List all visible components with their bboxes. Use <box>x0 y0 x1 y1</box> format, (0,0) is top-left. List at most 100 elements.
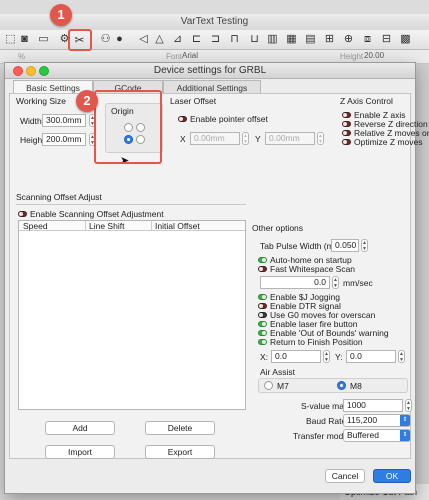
delete-button[interactable]: Delete <box>145 421 215 435</box>
tab-additional-settings[interactable]: Additional Settings <box>163 80 261 94</box>
scanning-offset-table[interactable]: Speed Line Shift Initial Offset <box>18 220 246 410</box>
return-x-input[interactable]: 0.0 <box>271 350 321 363</box>
add-button[interactable]: Add <box>45 421 115 435</box>
scan-speed-input[interactable]: 0.0 <box>260 276 330 289</box>
scan-speed-stepper[interactable]: ▲ ▼ <box>332 276 339 289</box>
column-line-shift[interactable]: Line Shift <box>89 221 124 231</box>
return-x-stepper[interactable]: ▲ ▼ <box>323 350 330 363</box>
baud-rate-select[interactable]: 115,200 ⇕ <box>343 414 411 427</box>
font-value[interactable]: Arial <box>182 51 198 60</box>
working-size-heading: Working Size <box>16 96 66 106</box>
offset-x-stepper[interactable]: ▲ ▼ <box>242 132 249 145</box>
close-window-icon[interactable] <box>13 66 23 76</box>
height-label: Height <box>340 52 364 61</box>
align-left-icon[interactable]: ⊏ <box>190 33 203 46</box>
app-toolbar: ⬚ ◙ ▭ ⚙ ✂ ⚇ ● ◁ △ ⊿ ⊏ ⊐ ⊓ ⊔ ▥ ▦ ▤ ⊞ ⊕ ⧈ … <box>0 30 429 50</box>
enable-scanning-offset-toggle[interactable] <box>18 211 27 217</box>
height-value[interactable]: 20.00 <box>364 51 384 60</box>
svalue-max-stepper[interactable]: ▲ ▼ <box>405 399 412 412</box>
mirror-icon[interactable]: ⊿ <box>171 33 184 46</box>
table-header <box>19 221 245 231</box>
camera-icon[interactable]: ◙ <box>18 33 31 46</box>
selection-icon[interactable]: ⬚ <box>4 33 17 46</box>
m8-label: M8 <box>350 381 362 391</box>
optimize-z-label: Optimize Z moves <box>354 137 423 147</box>
chevron-updown-icon: ⇕ <box>400 415 410 426</box>
other-options-heading: Other options <box>252 223 304 233</box>
center-icon[interactable]: ⊕ <box>342 33 355 46</box>
layout-icon[interactable]: ⊟ <box>380 33 393 46</box>
dialog-title: Device settings for GRBL <box>5 63 415 79</box>
arrange-icon[interactable]: ⊞ <box>323 33 336 46</box>
laser-fire-toggle[interactable] <box>258 321 267 327</box>
export-button[interactable]: Export <box>145 445 215 459</box>
transfer-mode-select[interactable]: Buffered ⇕ <box>343 429 411 442</box>
m8-radio[interactable] <box>337 381 346 390</box>
import-button[interactable]: Import <box>45 445 115 459</box>
relative-z-toggle[interactable] <box>342 130 351 136</box>
return-y-label: Y: <box>335 352 343 362</box>
font-label: Font <box>166 52 183 61</box>
svalue-max-label: S-value max <box>301 401 349 411</box>
cancel-button[interactable]: Cancel <box>325 469 365 483</box>
z-axis-heading: Z Axis Control <box>340 96 393 106</box>
divider <box>16 204 246 205</box>
offset-y-input[interactable]: 0.00mm <box>265 132 315 145</box>
enable-z-axis-toggle[interactable] <box>342 112 351 118</box>
out-of-bounds-toggle[interactable] <box>258 330 267 336</box>
fast-whitespace-toggle[interactable] <box>258 266 267 272</box>
optimize-z-toggle[interactable] <box>342 139 351 145</box>
g0-overscan-toggle[interactable] <box>258 312 267 318</box>
offset-y-label: Y <box>255 134 261 144</box>
percent-label: % <box>18 52 26 61</box>
users-icon[interactable]: ⚇ <box>99 33 112 46</box>
m7-radio[interactable] <box>264 381 273 390</box>
size-icon[interactable]: ⧈ <box>361 33 374 46</box>
device-settings-dialog: Device settings for GRBL Basic Settings … <box>4 62 429 494</box>
column-speed[interactable]: Speed <box>23 221 48 231</box>
height-input[interactable]: 200.0mm <box>42 133 86 146</box>
width-label: Width <box>20 116 42 126</box>
return-y-stepper[interactable]: ▲ ▼ <box>398 350 405 363</box>
tab-pulse-stepper[interactable]: ▲ ▼ <box>361 239 368 252</box>
auto-home-toggle[interactable] <box>258 257 267 263</box>
ungroup-icon[interactable]: ▤ <box>304 33 317 46</box>
grid-icon[interactable]: ▩ <box>399 33 412 46</box>
flip-vertical-icon[interactable]: △ <box>153 33 166 46</box>
tab-bar: Basic Settings GCode Additional Settings <box>5 80 415 94</box>
return-y-input[interactable]: 0.0 <box>346 350 396 363</box>
distribute-icon[interactable]: ▥ <box>266 33 279 46</box>
align-bottom-icon[interactable]: ⊔ <box>248 33 261 46</box>
enable-pointer-offset-toggle[interactable] <box>178 116 187 122</box>
column-divider <box>85 221 86 231</box>
group-icon[interactable]: ▦ <box>285 33 298 46</box>
align-top-icon[interactable]: ⊓ <box>228 33 241 46</box>
offset-x-input[interactable]: 0.00mm <box>190 132 240 145</box>
jogging-toggle[interactable] <box>258 294 267 300</box>
flip-horizontal-icon[interactable]: ◁ <box>137 33 150 46</box>
transfer-mode-label: Transfer mode <box>293 431 348 441</box>
tab-pulse-input[interactable]: 0.050 <box>331 239 359 252</box>
width-input[interactable]: 300.0mm <box>42 114 86 127</box>
return-finish-label: Return to Finish Position <box>270 337 363 347</box>
dtr-signal-toggle[interactable] <box>258 303 267 309</box>
scan-speed-unit: mm/sec <box>343 278 373 288</box>
chevron-updown-icon: ⇕ <box>400 430 410 441</box>
ok-button[interactable]: OK <box>373 469 411 483</box>
monitor-icon[interactable]: ▭ <box>37 33 50 46</box>
scanning-offset-heading: Scanning Offset Adjust <box>16 192 102 202</box>
return-finish-toggle[interactable] <box>258 339 267 345</box>
user-icon[interactable]: ● <box>113 33 126 46</box>
baud-rate-label: Baud Rate <box>306 416 347 426</box>
column-divider <box>151 221 152 231</box>
zoom-window-icon[interactable] <box>39 66 49 76</box>
minimize-window-icon[interactable] <box>26 66 36 76</box>
fast-whitespace-label: Fast Whitespace Scan <box>270 264 356 274</box>
align-center-icon[interactable]: ⊐ <box>209 33 222 46</box>
return-x-label: X: <box>260 352 269 362</box>
svalue-max-input[interactable]: 1000 <box>343 399 403 412</box>
reverse-z-toggle[interactable] <box>342 121 351 127</box>
column-initial-offset[interactable]: Initial Offset <box>155 221 200 231</box>
offset-y-stepper[interactable]: ▲ ▼ <box>317 132 324 145</box>
transfer-mode-value: Buffered <box>347 430 379 440</box>
